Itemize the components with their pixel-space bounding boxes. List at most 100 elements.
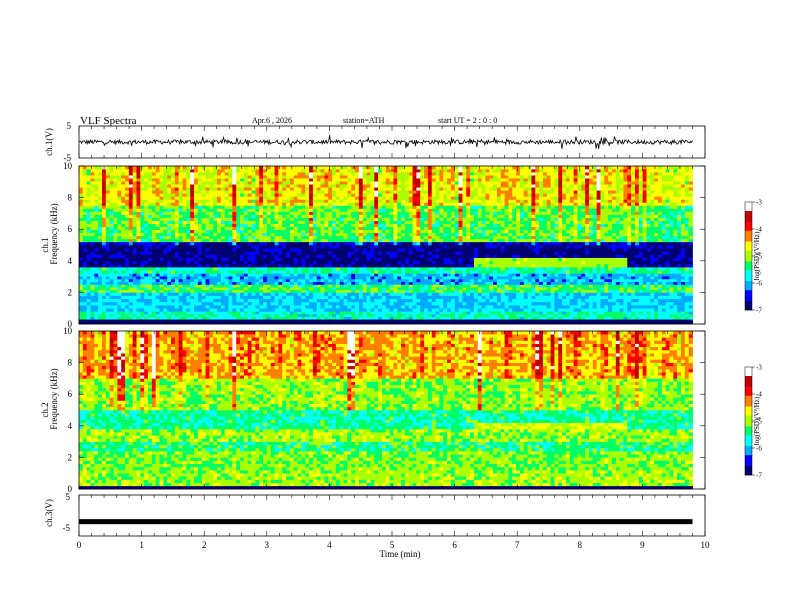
spectrogram-cell: [190, 193, 195, 197]
spectrogram-cell: [174, 229, 180, 234]
spectrogram-cell: [171, 178, 176, 182]
spectrogram-cell: [270, 263, 275, 268]
spectrogram-cell: [217, 248, 222, 252]
spectrogram-cell: [217, 287, 222, 291]
spectrogram-cell: [220, 251, 226, 255]
spectrogram-cell: [324, 276, 329, 280]
spectrogram-cell: [217, 263, 222, 268]
spectrogram-cell: [121, 226, 126, 231]
spectrogram-cell: [125, 284, 130, 288]
spectrogram-cell: [140, 175, 145, 179]
spectrogram-cell: [286, 196, 291, 200]
spectrogram-cell: [190, 187, 195, 191]
spectrogram-cell: [140, 229, 145, 234]
spectrogram-cell: [136, 276, 141, 280]
spectrogram-cell: [144, 319, 149, 322]
spectrogram-cell: [98, 254, 103, 258]
spectrogram-cell: [347, 281, 352, 285]
spectrogram-cell: [397, 238, 402, 243]
spectrogram-cell: [247, 214, 252, 218]
spectrogram-cell: [243, 276, 249, 280]
spectrogram-cell: [151, 257, 157, 262]
spectrogram-cell: [320, 172, 325, 176]
spectrogram-cell: [190, 181, 195, 185]
spectrogram-cell: [282, 281, 287, 285]
spectrogram-cell: [251, 248, 256, 252]
spectrogram-cell: [324, 238, 329, 243]
spectrogram-cell: [163, 319, 168, 322]
spectrogram-cell: [144, 175, 149, 179]
spectrogram-cell: [389, 199, 394, 203]
spectrogram-cell: [332, 226, 337, 231]
spectrogram-cell: [393, 217, 398, 221]
spectrogram-cell: [79, 298, 84, 303]
spectrogram-cell: [282, 223, 287, 227]
spectrogram-cell: [404, 257, 410, 262]
spectrogram-cell: [263, 287, 268, 291]
spectrogram-cell: [102, 308, 107, 312]
spectrogram-cell: [328, 278, 333, 283]
spectrogram-cell: [358, 311, 364, 315]
spectrogram-cell: [378, 270, 383, 274]
spectrogram-cell: [389, 305, 394, 309]
spectrogram-cell: [297, 181, 302, 185]
spectrogram-cell: [351, 270, 356, 274]
spectrogram-cell: [132, 289, 137, 293]
spectrogram-cell: [209, 178, 214, 182]
spectrogram-cell: [251, 270, 256, 274]
spectrogram-cell: [282, 248, 287, 252]
spectrogram-cell: [366, 289, 371, 293]
spectrogram-cell: [94, 245, 99, 249]
spectrogram-cell: [94, 287, 99, 291]
spectrogram-cell: [289, 281, 295, 285]
spectrogram-cell: [408, 172, 413, 176]
spectrogram-cell: [301, 251, 306, 255]
spectrogram-cell: [228, 245, 233, 249]
spectrogram-cell: [82, 181, 88, 185]
spectrogram-cell: [312, 263, 318, 268]
spectrogram-cell: [194, 199, 199, 203]
spectrogram-cell: [332, 211, 337, 215]
spectrogram-cell: [397, 313, 402, 317]
spectrogram-cell: [274, 295, 279, 300]
spectrogram-cell: [355, 226, 360, 231]
spectrogram-cell: [151, 308, 157, 312]
spectrogram-cell: [412, 267, 417, 271]
spectrogram-cell: [128, 220, 134, 224]
spectrogram-cell: [255, 175, 260, 179]
spectrogram-cell: [393, 214, 398, 218]
spectrogram-cell: [128, 223, 134, 227]
spectrogram-cell: [190, 208, 195, 212]
spectrogram-cell: [186, 287, 191, 291]
spectrogram-cell: [297, 205, 302, 209]
spectrogram-cell: [171, 311, 176, 315]
spectrogram-cell: [232, 190, 237, 194]
spectrogram-cell: [324, 298, 329, 303]
spectrogram-cell: [385, 245, 390, 249]
spectrogram-cell: [297, 190, 302, 194]
spectrogram-cell: [102, 284, 107, 288]
spectrogram-cell: [358, 199, 364, 203]
spectrogram-cell: [255, 273, 260, 277]
spectrogram-cell: [79, 273, 84, 277]
spectrogram-cell: [132, 245, 137, 249]
spectrogram-cell: [247, 235, 252, 240]
spectrogram-cell: [404, 316, 410, 320]
spectrogram-cell: [370, 281, 375, 285]
spectrogram-cell: [240, 257, 245, 262]
spectrogram-cell: [297, 178, 302, 182]
spectrogram-cell: [128, 245, 134, 249]
spectrogram-cell: [355, 245, 360, 249]
spectrogram-cell: [140, 245, 145, 249]
spectrogram-cell: [389, 313, 394, 317]
spectrogram-cell: [148, 178, 153, 182]
spectrogram-cell: [220, 196, 226, 200]
spectrogram-cell: [393, 298, 398, 303]
spectrogram-cell: [205, 289, 210, 293]
spectrogram-cell: [412, 248, 417, 252]
spectrogram-cell: [132, 298, 137, 303]
spectrogram-cell: [263, 311, 268, 315]
spectrogram-cell: [102, 263, 107, 268]
spectrogram-cell: [186, 248, 191, 252]
spectrogram-cell: [389, 226, 394, 231]
